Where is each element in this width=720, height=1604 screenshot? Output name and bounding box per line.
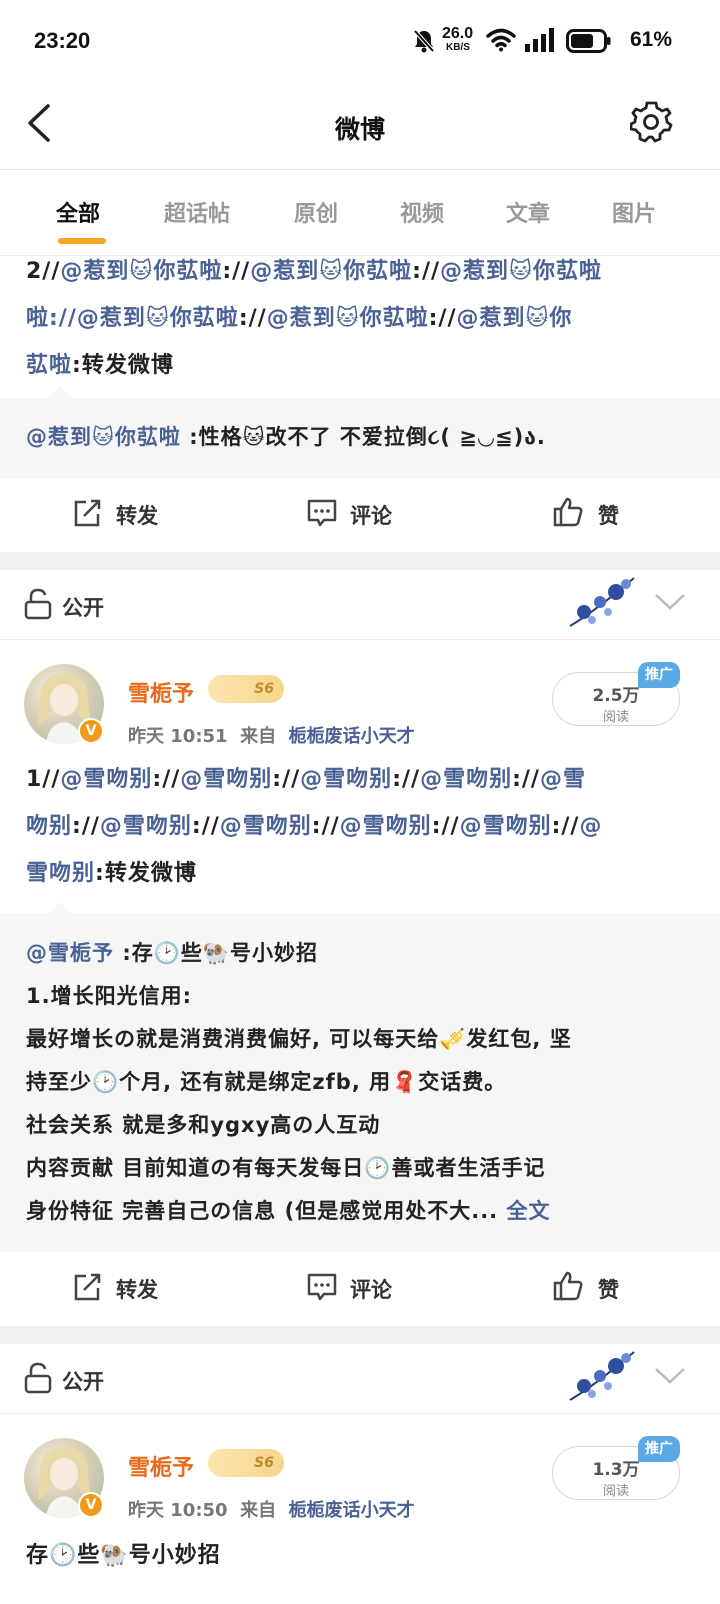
like-icon[interactable] [552, 1270, 584, 1302]
mention-link[interactable]: @惹到🐱你苰啦 [77, 306, 239, 331]
chevron-down-icon[interactable] [654, 1366, 686, 1386]
status-time: 23:20 [34, 28, 91, 53]
mention-link[interactable]: @雪吻别 [340, 814, 432, 839]
mention-link[interactable]: @雪吻别 [60, 767, 152, 792]
unlock-icon [24, 1362, 52, 1394]
mention-link[interactable]: @雪吻别 [300, 767, 392, 792]
promo-badge: 推广 [638, 662, 680, 688]
promo-badge: 推广 [638, 1436, 680, 1462]
repost-icon[interactable] [72, 1272, 102, 1302]
page-title: 微博 [334, 115, 385, 144]
source-link[interactable]: 栀栀废话小天才 [289, 726, 415, 747]
mention-link[interactable]: @惹到🐱你苰啦 [250, 259, 412, 284]
mention-link[interactable]: @惹到🐱你苰啦 [267, 306, 429, 331]
username[interactable]: 雪栀予 [128, 676, 194, 708]
post-meta: 昨天 10:51 来自 栀栀废话小天才 [128, 726, 415, 747]
visibility-label: 公开 [62, 596, 104, 620]
repost-button[interactable]: 转发 [116, 1274, 158, 1304]
tab-supertopic[interactable]: 超话帖 [164, 196, 230, 228]
battery-percent: 61% [629, 28, 672, 51]
repost-quote[interactable]: @惹到🐱你苰啦 :性格🐱改不了 不爱拉倒૮( ≧◡≦)ა. [0, 386, 720, 478]
nav-bar: 微博 [0, 84, 720, 170]
post-line: 雪吻别:转发微博 [26, 861, 197, 886]
mention-link[interactable]: @雪吻别 [100, 814, 192, 839]
comment-button[interactable]: 评论 [350, 500, 392, 530]
post-actions: 转发 评论 赞 [0, 1252, 720, 1326]
tab-all[interactable]: 全部 [56, 196, 100, 228]
comment-button[interactable]: 评论 [350, 1274, 392, 1304]
mention-link[interactable]: @雪栀予 [26, 941, 114, 965]
quote-text: :性格🐱改不了 不爱拉倒૮( ≧◡≦)ა. [189, 425, 546, 449]
wifi-icon [486, 28, 516, 52]
level-badge: S6 [208, 1449, 284, 1477]
post-line: 啦://@惹到🐱你苰啦://@惹到🐱你苰啦://@惹到🐱你 [26, 306, 573, 331]
chevron-down-icon[interactable] [654, 592, 686, 612]
battery-icon [566, 29, 611, 53]
visibility-label: 公开 [62, 1370, 104, 1394]
post-body: 存🕑些🐏号小妙招 [26, 1543, 221, 1568]
mention-link[interactable]: @惹到🐱你 [457, 306, 573, 331]
divider [0, 1326, 720, 1346]
net-unit: KB/S [446, 42, 470, 53]
like-icon[interactable] [552, 496, 584, 528]
decoration-flower-icon [569, 1351, 635, 1401]
mention-link[interactable]: @惹到🐱你苰啦 [60, 259, 222, 284]
mention-link[interactable]: @惹到🐱你苰啦 [440, 259, 602, 284]
full-text-link[interactable]: 全文 [506, 1199, 550, 1223]
tab-original[interactable]: 原创 [294, 196, 338, 228]
post-line: 吻别://@雪吻别://@雪吻别://@雪吻别://@雪吻别://@ [26, 814, 603, 839]
repost-icon[interactable] [72, 498, 102, 528]
post-meta: 昨天 10:50 来自 栀栀废话小天才 [128, 1500, 415, 1521]
post-line: 苰啦:转发微博 [26, 353, 174, 378]
verified-badge: V [78, 718, 104, 744]
comment-icon[interactable] [306, 498, 338, 528]
level-badge: S6 [208, 675, 284, 703]
unlock-icon [24, 588, 52, 620]
mention-link[interactable]: @雪吻别 [420, 767, 512, 792]
tab-active-indicator [58, 238, 106, 244]
post-line: 2//@惹到🐱你苰啦://@惹到🐱你苰啦://@惹到🐱你苰啦 [26, 259, 602, 284]
decoration-flower-icon [569, 577, 635, 627]
signal-icon [525, 28, 554, 52]
repost-quote[interactable]: @雪栀予 :存🕑些🐏号小妙招 1.增长阳光信用: 最好增长の就是消费消费偏好, … [0, 902, 720, 1252]
like-button[interactable]: 赞 [598, 1274, 619, 1304]
mute-icon [413, 29, 435, 53]
mention-link[interactable]: @雪吻别 [460, 814, 552, 839]
verified-badge: V [78, 1492, 104, 1518]
post-body: 2//@惹到🐱你苰啦://@惹到🐱你苰啦://@惹到🐱你苰啦 啦://@惹到🐱你… [26, 248, 696, 389]
source-link[interactable]: 栀栀废话小天才 [289, 1500, 415, 1521]
settings-gear-icon[interactable] [630, 100, 674, 144]
divider [0, 552, 720, 572]
visibility-row: 公开 [0, 570, 720, 640]
like-button[interactable]: 赞 [598, 500, 619, 530]
mention-link[interactable]: @惹到🐱你苰啦 [26, 425, 181, 449]
tab-article[interactable]: 文章 [506, 196, 550, 228]
status-bar: 23:20 26.0 KB/S 61% [0, 0, 720, 84]
tab-images[interactable]: 图片 [612, 196, 656, 228]
tab-video[interactable]: 视频 [400, 196, 444, 228]
post-actions: 转发 评论 赞 [0, 478, 720, 552]
net-speed: 26.0 [442, 25, 474, 42]
comment-icon[interactable] [306, 1272, 338, 1302]
repost-button[interactable]: 转发 [116, 500, 158, 530]
username[interactable]: 雪栀予 [128, 1450, 194, 1482]
visibility-row: 公开 [0, 1344, 720, 1414]
mention-link[interactable]: @雪吻别 [220, 814, 312, 839]
mention-link[interactable]: @雪吻别 [180, 767, 272, 792]
post-line: 1//@雪吻别://@雪吻别://@雪吻别://@雪吻别://@雪 [26, 767, 586, 792]
post-body: 1//@雪吻别://@雪吻别://@雪吻别://@雪吻别://@雪 吻别://@… [26, 756, 696, 897]
tab-bar: 全部 超话帖 原创 视频 文章 图片 [0, 170, 720, 256]
